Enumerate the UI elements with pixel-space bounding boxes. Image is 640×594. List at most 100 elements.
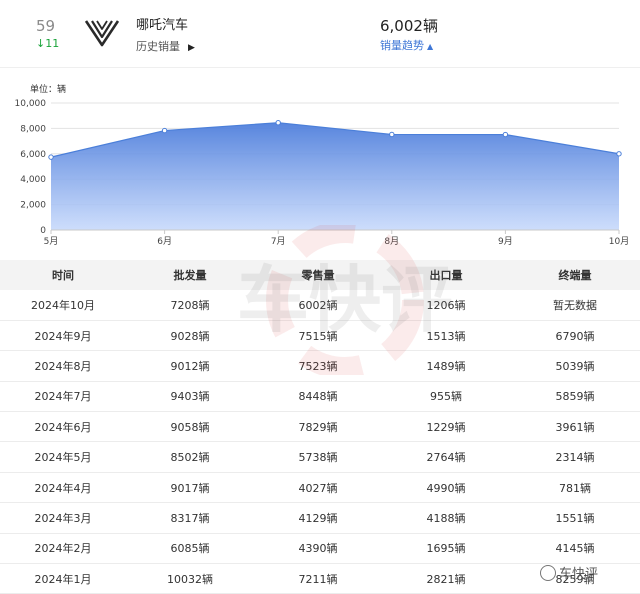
col-header-terminal: 终端量 [510,260,640,290]
y-tick-label: 0 [40,226,46,236]
cell-retail: 4129辆 [254,502,382,534]
cell-retail: 7523辆 [254,350,382,382]
cell-export: 955辆 [382,381,510,413]
cell-export: 1513辆 [382,320,510,352]
cell-wholesale: 7208辆 [126,290,254,321]
cell-terminal: 1551辆 [510,502,640,534]
cell-retail: 7515辆 [254,320,382,352]
col-header-time: 时间 [0,260,126,290]
cell-wholesale: 10032辆 [126,563,254,594]
table-row: 2024年10月 7208辆 6002辆 1206辆 暂无数据 [0,290,640,321]
cell-export: 4188辆 [382,502,510,534]
cell-time: 2024年1月 [0,563,126,594]
caret-right-icon: ▶ [188,43,195,53]
y-tick-label: 10,000 [15,99,47,109]
cell-time: 2024年10月 [0,290,126,321]
cell-time: 2024年5月 [0,441,126,473]
cell-retail: 4390辆 [254,533,382,565]
cell-export: 2764辆 [382,441,510,473]
table-row: 2024年9月 9028辆 7515辆 1513辆 6790辆 [0,320,640,352]
brand-name: 哪吒汽车 [136,18,189,33]
cell-time: 2024年3月 [0,502,126,534]
cell-export: 4990辆 [382,472,510,504]
cell-terminal: 8259辆 [510,563,640,594]
cell-wholesale: 9012辆 [126,350,254,382]
history-sales-link[interactable]: 历史销量 ▶ [136,38,195,54]
cell-retail: 5738辆 [254,441,382,473]
neta-brand-logo-icon [84,20,120,47]
cell-time: 2024年2月 [0,533,126,565]
x-tick-label: 7月 [271,236,286,247]
cell-export: 1489辆 [382,350,510,382]
x-tick-label: 10月 [609,236,629,247]
x-tick-label: 8月 [384,236,399,247]
cell-retail: 6002辆 [254,290,382,321]
cell-time: 2024年4月 [0,472,126,504]
data-point [161,127,168,134]
col-header-wholesale: 批发量 [126,260,254,290]
cell-wholesale: 6085辆 [126,533,254,565]
cell-terminal: 4145辆 [510,533,640,565]
cell-wholesale: 9403辆 [126,381,254,413]
cell-export: 1695辆 [382,533,510,565]
table-row: 2024年3月 8317辆 4129辆 4188辆 1551辆 [0,502,640,534]
table-header-row: 时间 批发量 零售量 出口量 终端量 [0,260,640,290]
cell-retail: 7829辆 [254,411,382,443]
caret-up-icon: ▲ [427,42,434,51]
cell-terminal: 2314辆 [510,441,640,473]
y-tick-label: 6,000 [20,150,46,160]
rank-number: 59 [36,17,56,35]
sales-trend-label: 销量趋势 [380,39,424,52]
area-chart-svg: 0 2,000 4,000 6,000 8,000 10,000 5月 6月 7月 8月 9月 10月 [15,99,630,247]
cell-terminal: 781辆 [510,472,640,504]
data-point [48,154,54,160]
x-tick-label: 6月 [157,236,172,247]
cell-terminal: 3961辆 [510,411,640,443]
cell-terminal: 5859辆 [510,381,640,413]
cell-export: 2821辆 [382,563,510,594]
brand-header: 59 ↓11 哪吒汽车 历史销量 ▶ 6,002辆 销量趋势 ▲ [0,0,640,68]
cell-retail: 4027辆 [254,472,382,504]
x-tick-label: 9月 [498,236,513,247]
y-tick-label: 8,000 [20,124,46,134]
col-header-retail: 零售量 [254,260,382,290]
table-row: 2024年5月 8502辆 5738辆 2764辆 2314辆 [0,441,640,473]
col-header-export: 出口量 [382,260,510,290]
cell-retail: 8448辆 [254,381,382,413]
x-tick-label: 5月 [44,236,59,247]
data-point [502,131,509,138]
monthly-sales-value: 6,002辆 [380,17,438,35]
cell-terminal: 暂无数据 [510,290,640,321]
cell-terminal: 5039辆 [510,350,640,382]
y-tick-label: 4,000 [20,175,46,185]
table-row: 2024年1月 10032辆 7211辆 2821辆 8259辆 [0,563,640,594]
cell-wholesale: 9058辆 [126,411,254,443]
cell-export: 1229辆 [382,411,510,443]
table-row: 2024年6月 9058辆 7829辆 1229辆 3961辆 [0,411,640,443]
cell-retail: 7211辆 [254,563,382,594]
rank-change-value: 11 [45,37,60,50]
sales-table: 时间 批发量 零售量 出口量 终端量 2024年10月 7208辆 6002辆 … [0,260,640,594]
table-row: 2024年7月 9403辆 8448辆 955辆 5859辆 [0,381,640,413]
cell-wholesale: 8317辆 [126,502,254,534]
cell-export: 1206辆 [382,290,510,321]
cell-wholesale: 9017辆 [126,472,254,504]
sales-trend-toggle[interactable]: 销量趋势 ▲ [380,37,433,53]
cell-time: 2024年6月 [0,411,126,443]
data-point [616,151,622,157]
sales-trend-chart: 0 2,000 4,000 6,000 8,000 10,000 5月 6月 7月 8月 9月 10月 [0,70,640,260]
data-point [275,120,281,126]
cell-time: 2024年9月 [0,320,126,352]
cell-wholesale: 9028辆 [126,320,254,352]
arrow-down-icon: ↓ [36,37,46,50]
history-sales-label: 历史销量 [136,40,180,53]
cell-wholesale: 8502辆 [126,441,254,473]
table-row: 2024年8月 9012辆 7523辆 1489辆 5039辆 [0,350,640,382]
cell-terminal: 6790辆 [510,320,640,352]
table-row: 2024年4月 9017辆 4027辆 4990辆 781辆 [0,472,640,504]
cell-time: 2024年8月 [0,350,126,382]
table-row: 2024年2月 6085辆 4390辆 1695辆 4145辆 [0,533,640,565]
data-point [389,131,395,138]
y-tick-label: 2,000 [20,201,46,211]
cell-time: 2024年7月 [0,381,126,413]
